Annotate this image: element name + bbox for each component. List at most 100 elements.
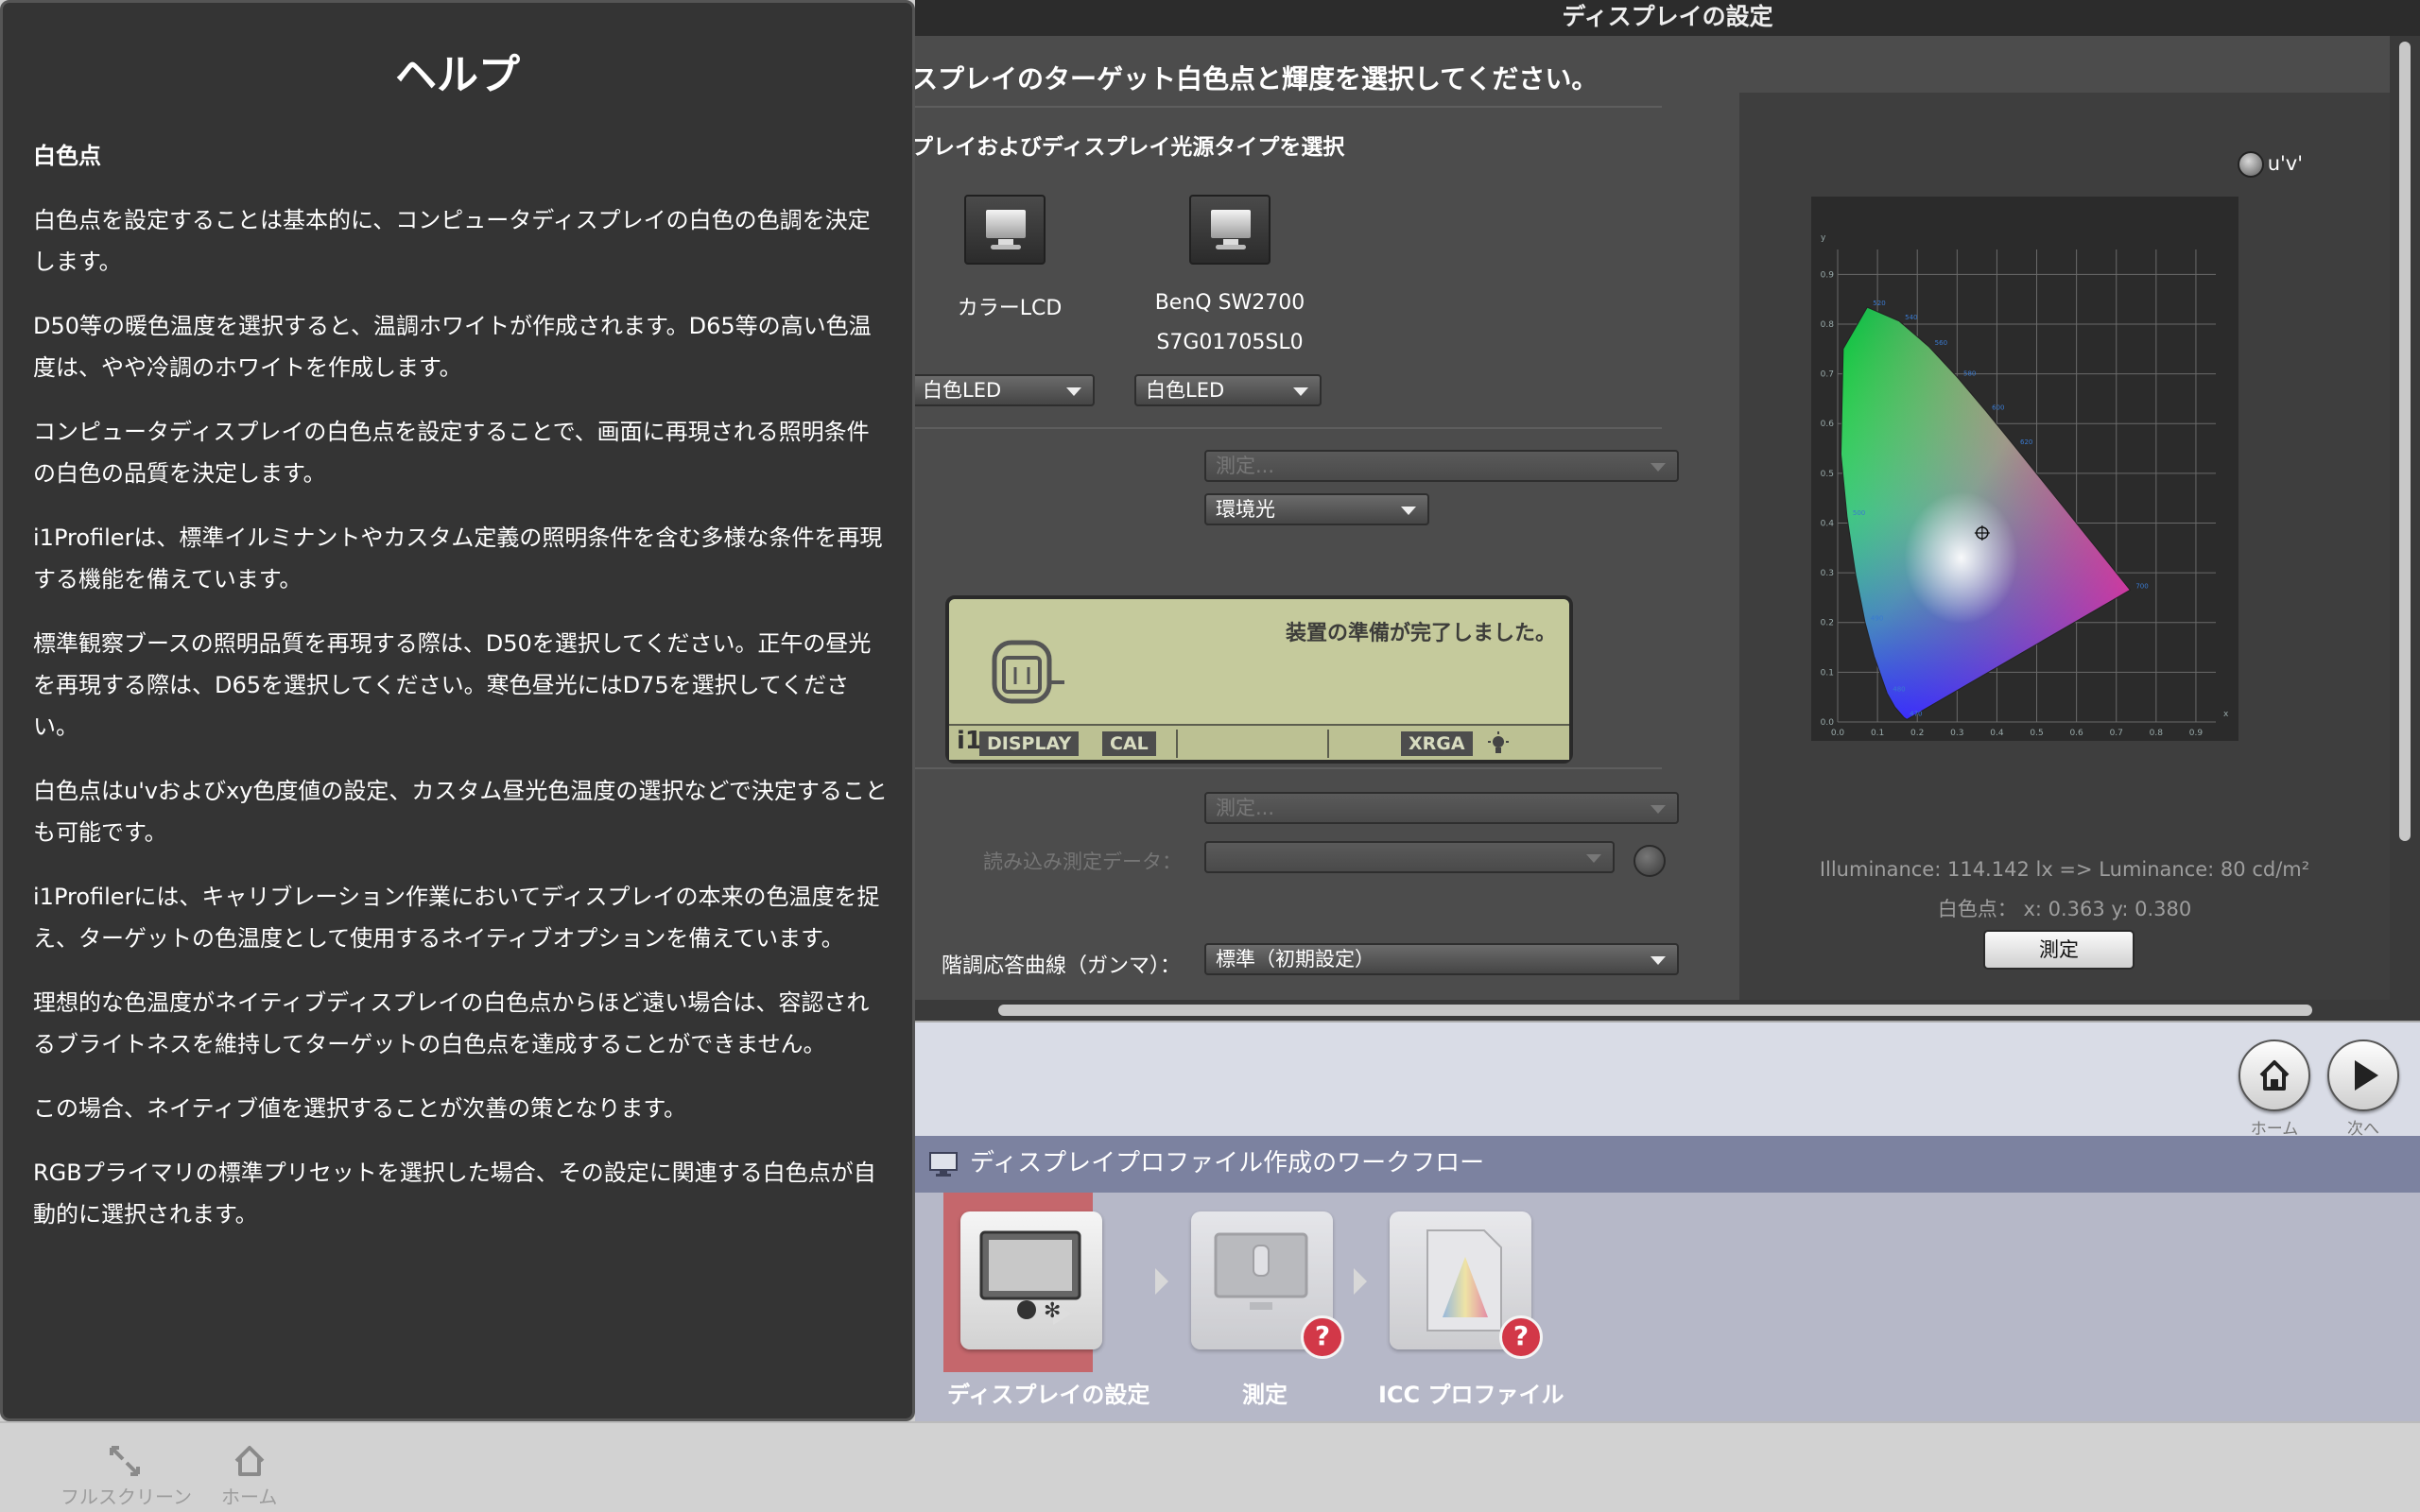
y-tick-label: 0.3 <box>1821 569 1834 578</box>
x-tick-label: 0.1 <box>1871 729 1884 738</box>
scrollbar-thumb[interactable] <box>2399 42 2411 841</box>
help-paragraph: この場合、ネイティブ値を選択することが次善の策となります。 <box>33 1095 686 1122</box>
measure-dropdown[interactable]: 測定... <box>1204 792 1679 824</box>
divider <box>915 106 1662 108</box>
radio-icon <box>2237 151 2264 178</box>
chevron-down-icon <box>1651 956 1666 965</box>
y-tick-label: 0.1 <box>1821 668 1834 678</box>
x-tick-label: 0.2 <box>1910 729 1924 738</box>
light-type-dropdown[interactable]: 白色LED <box>915 374 1095 406</box>
home-icon <box>2259 1060 2290 1091</box>
help-paragraph: i1Profilerには、キャリブレーション作業においてディスプレイの本来の色温… <box>33 884 880 952</box>
home-button[interactable] <box>2238 1040 2310 1111</box>
wavelength-label: 490 <box>1871 614 1883 622</box>
svg-text:✻: ✻ <box>1044 1299 1061 1323</box>
fullscreen-label: フルスクリーン <box>60 1486 192 1508</box>
load-measurement-dropdown[interactable] <box>1204 841 1615 873</box>
monitor-icon[interactable] <box>964 195 1046 265</box>
bulb-icon <box>1488 731 1509 753</box>
divider <box>915 767 1662 769</box>
home-icon[interactable] <box>231 1442 268 1480</box>
x-tick-label: 0.3 <box>1950 729 1963 738</box>
vertical-scrollbar[interactable] <box>2390 36 2420 1000</box>
x-tick-label: 0.0 <box>1831 729 1845 738</box>
horizontal-scrollbar[interactable] <box>915 1000 2420 1021</box>
help-paragraph: i1Profilerは、標準イルミナントやカスタム定義の照明条件を含む多様な条件… <box>33 524 883 593</box>
help-paragraph: 標準観察ブースの照明品質を再現する際は、D50を選択してください。正午の昼光を再… <box>33 630 872 740</box>
home-label: ホーム <box>221 1486 278 1508</box>
workflow-panel: ディスプレイプロファイル作成のワークフロー ✻ ? ? ディスプレイの設定 測定… <box>915 1136 2420 1421</box>
device-status-panel: 装置の準備が完了しました。 i1 DISPLAY CAL XRGA <box>945 595 1573 764</box>
next-button[interactable] <box>2327 1040 2399 1111</box>
main-panel: スプレイのターゲット白色点と輝度を選択してください。 プレイおよびディスプレイ光… <box>915 36 2390 1000</box>
y-tick-label: 0.7 <box>1821 370 1834 380</box>
scrollbar-thumb[interactable] <box>998 1005 2312 1016</box>
light-type-dropdown[interactable]: 白色LED <box>1134 374 1322 406</box>
x-tick-label: 0.4 <box>1990 729 2004 738</box>
measure-button[interactable]: 測定 <box>1983 930 2135 970</box>
monitor-serial: S7G01705SL0 <box>1156 331 1304 354</box>
help-body: 白色点 白色点を設定することは基本的に、コンピュータディスプレイの白色の色調を決… <box>33 135 891 1258</box>
help-paragraph: 白色点を設定することは基本的に、コンピュータディスプレイの白色の色調を決定します… <box>33 207 871 275</box>
play-icon <box>2355 1060 2378 1091</box>
y-tick-label: 0.9 <box>1821 270 1835 280</box>
wavelength-label: 700 <box>2135 582 2148 590</box>
arrow-icon <box>1354 1268 1367 1295</box>
step-label: ディスプレイの設定 <box>947 1382 1150 1408</box>
y-axis-label: y <box>1821 233 1826 243</box>
help-icon[interactable]: ? <box>1301 1315 1344 1359</box>
display-tag: DISPLAY <box>979 731 1080 756</box>
load-button[interactable] <box>1634 845 1666 877</box>
bottom-toolbar: フルスクリーン ホーム <box>0 1421 2420 1512</box>
uv-toggle[interactable]: u'v' <box>2237 151 2303 178</box>
divider <box>1176 730 1178 758</box>
wavelength-label: 580 <box>1963 370 1976 378</box>
illuminance-readout: Illuminance: 114.142 lx => Luminance: 80… <box>1819 858 2310 881</box>
workflow-step-display-settings[interactable]: ✻ <box>960 1211 1102 1349</box>
fullscreen-icon[interactable] <box>106 1442 144 1480</box>
step-label: 測定 <box>1242 1382 1288 1408</box>
gamma-label: 階調応答曲線（ガンマ）： <box>942 954 1182 978</box>
xrga-tag: XRGA <box>1401 731 1473 756</box>
chevron-down-icon <box>1293 387 1308 396</box>
wavelength-label: 500 <box>1853 509 1865 517</box>
x-tick-label: 0.5 <box>2030 729 2043 738</box>
wavelength-label: 470 <box>1910 710 1922 717</box>
wavelength-label: 540 <box>1905 314 1917 321</box>
chevron-down-icon <box>1651 805 1666 814</box>
y-tick-label: 0.5 <box>1821 470 1834 479</box>
x-axis-label: x <box>2223 710 2229 719</box>
monitor-icon[interactable] <box>1189 195 1270 265</box>
section-heading: プレイおよびディスプレイ光源タイプを選択 <box>915 135 1345 160</box>
page-heading: スプレイのターゲット白色点と輝度を選択してください。 <box>915 63 1599 94</box>
measure-dropdown[interactable]: 測定... <box>1204 450 1679 482</box>
help-title: ヘルプ <box>395 51 520 99</box>
wavelength-label: 600 <box>1992 404 2004 411</box>
x-tick-label: 0.7 <box>2110 729 2123 738</box>
x-tick-label: 0.6 <box>2069 729 2083 738</box>
wavelength-label: 620 <box>2020 438 2032 446</box>
y-tick-label: 0.8 <box>1821 320 1835 330</box>
window-title: ディスプレイの設定 <box>915 0 2420 36</box>
chart-panel: u'v' 0.0 0.1 0.2 0.3 0.4 0.5 0.6 0.7 0.8 0.9 0.0 0.… <box>1739 93 2390 1000</box>
workflow-title: ディスプレイプロファイル作成のワークフロー <box>915 1136 2420 1193</box>
help-icon[interactable]: ? <box>1499 1315 1543 1359</box>
y-tick-label: 0.0 <box>1821 718 1835 728</box>
wavelength-label: 560 <box>1935 339 1947 347</box>
chromaticity-svg: 0.0 0.1 0.2 0.3 0.4 0.5 0.6 0.7 0.8 0.9 0.0 0.1 0.2 0… <box>1821 233 2229 738</box>
wavelength-label: 480 <box>1893 686 1905 694</box>
step-label: ICC プロファイル <box>1378 1382 1564 1408</box>
device-status-text: 装置の準備が完了しました。 <box>1285 622 1556 645</box>
ambient-dropdown[interactable]: 環境光 <box>1204 493 1429 525</box>
help-section-title: 白色点 <box>33 143 101 169</box>
y-tick-label: 0.2 <box>1821 619 1834 628</box>
y-tick-label: 0.4 <box>1821 519 1835 528</box>
gamma-dropdown[interactable]: 標準（初期設定） <box>1204 943 1679 975</box>
display-settings-icon: ✻ <box>979 1230 1081 1325</box>
device-status-strip: i1 DISPLAY CAL XRGA <box>949 724 1569 760</box>
chevron-down-icon <box>1586 854 1601 863</box>
wavelength-label: 520 <box>1873 300 1885 307</box>
whitepoint-readout: 白色点： x: 0.363 y: 0.380 <box>1937 898 2192 920</box>
y-tick-label: 0.6 <box>1821 420 1835 429</box>
help-paragraph: 理想的な色温度がネイティブディスプレイの白色点からほど遠い場合は、容認されるブラ… <box>33 989 870 1057</box>
